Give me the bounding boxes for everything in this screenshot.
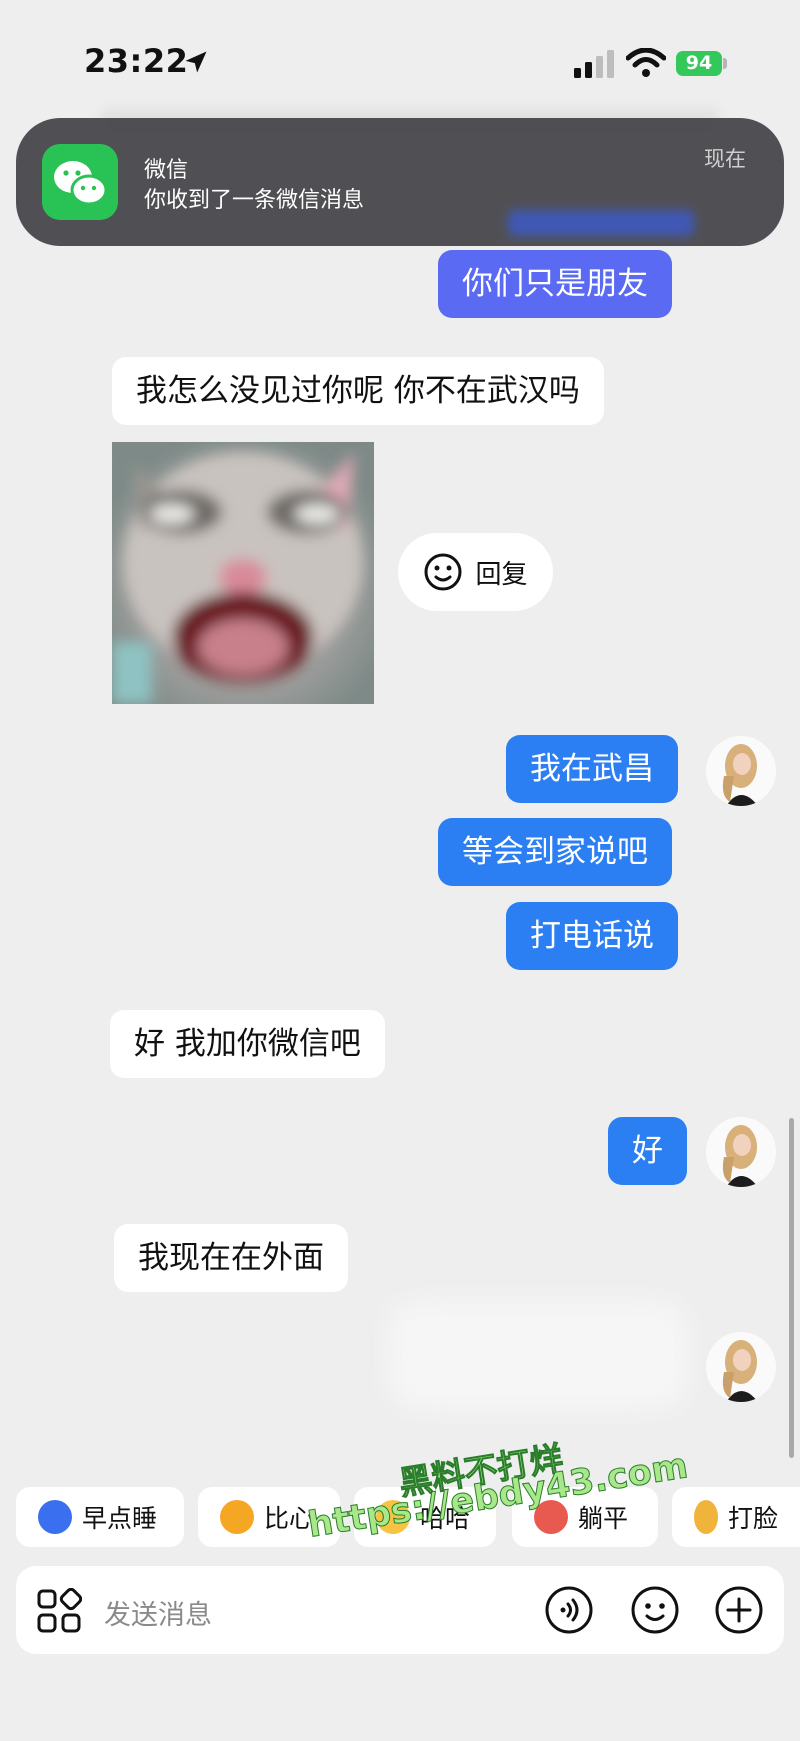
battery-indicator: 94 — [676, 51, 722, 76]
background-link-blur — [508, 210, 694, 236]
quick-reply-label: 早点睡 — [82, 1504, 158, 1533]
user-avatar[interactable] — [706, 1332, 776, 1402]
notification-app-name: 微信 — [144, 158, 189, 183]
user-avatar[interactable] — [706, 736, 776, 806]
smiley-icon — [424, 553, 462, 591]
quick-reply-chip[interactable]: 打脸 — [672, 1487, 800, 1547]
message-input[interactable]: 发送消息 — [104, 1593, 212, 1632]
message-bubble-sent[interactable]: 你们只是朋友 — [438, 250, 672, 318]
wechat-icon — [42, 144, 118, 220]
message-bubble-received[interactable]: 我怎么没见过你呢 你不在武汉吗 — [112, 357, 604, 425]
notification-time: 现在 — [704, 147, 746, 171]
message-bubble-received[interactable]: 我现在在外面 — [114, 1224, 348, 1292]
message-bubble-sent[interactable]: 打电话说 — [506, 902, 678, 970]
message-bubble-sent[interactable]: 好 — [608, 1117, 687, 1185]
quick-reply-label: 打脸 — [727, 1504, 778, 1533]
face-slap-emoji-icon — [694, 1500, 718, 1534]
user-avatar[interactable] — [706, 1117, 776, 1187]
wifi-icon — [626, 48, 666, 77]
message-bubble-sent[interactable]: 等会到家说吧 — [438, 818, 672, 886]
plus-icon[interactable] — [714, 1585, 764, 1635]
status-time: 23:22 — [84, 42, 189, 80]
heart-hands-emoji-icon — [220, 1500, 254, 1534]
reply-button-label: 回复 — [475, 559, 528, 590]
quick-reply-chip[interactable]: 早点睡 — [16, 1487, 184, 1547]
apps-grid-icon[interactable] — [36, 1588, 82, 1634]
message-bubble-sent[interactable]: 我在武昌 — [506, 735, 678, 803]
notification-message: 你收到了一条微信消息 — [144, 188, 365, 213]
emoji-icon[interactable] — [630, 1585, 680, 1635]
scrollbar[interactable] — [789, 1118, 794, 1458]
reply-button[interactable]: 回复 — [398, 533, 553, 611]
battery-nub — [723, 58, 727, 69]
message-bubble-received[interactable]: 好 我加你微信吧 — [110, 1010, 385, 1078]
cat-sticker-image[interactable] — [112, 442, 374, 704]
quick-reply-label: 躺平 — [578, 1504, 629, 1533]
sleep-emoji-icon — [38, 1500, 72, 1534]
voice-icon[interactable] — [544, 1585, 594, 1635]
blurred-area — [388, 1300, 688, 1410]
cellular-signal-icon — [574, 50, 614, 78]
location-arrow-icon — [185, 51, 207, 73]
